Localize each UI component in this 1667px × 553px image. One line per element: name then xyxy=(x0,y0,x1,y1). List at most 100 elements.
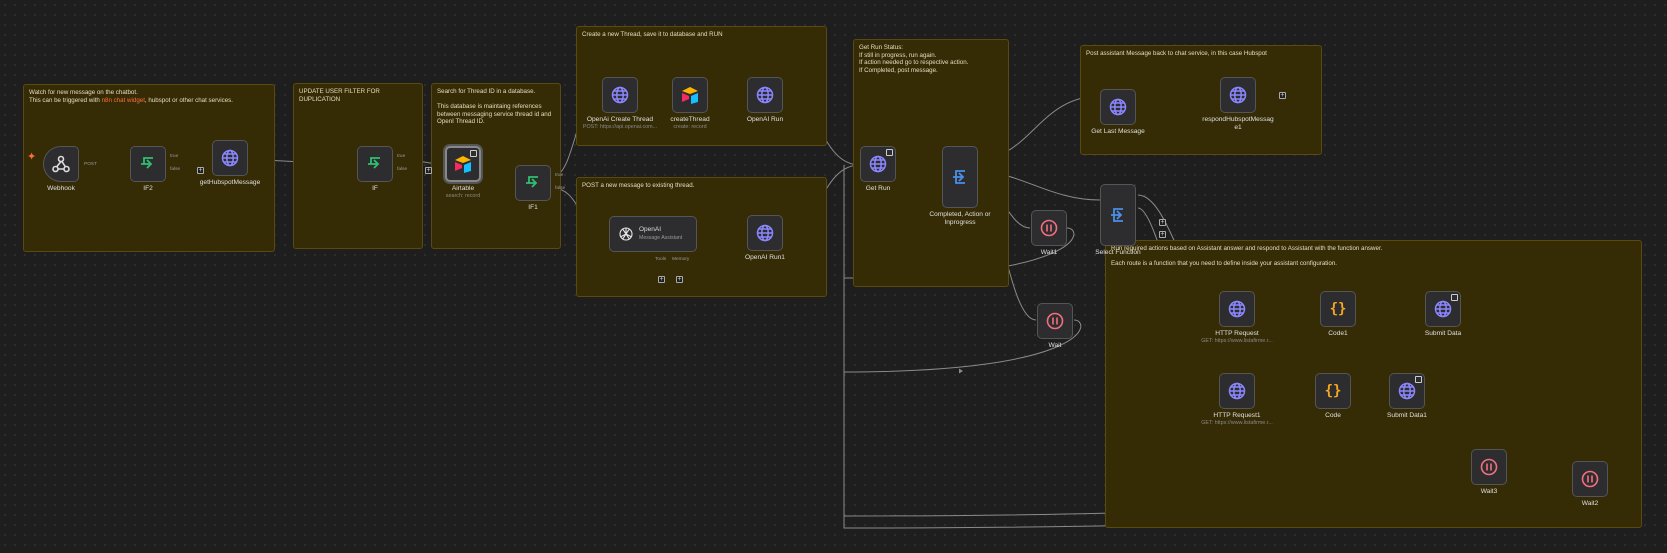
add-node-button[interactable]: + xyxy=(1279,92,1286,99)
node-label: Wait1 xyxy=(1040,249,1058,256)
node-wait2[interactable]: Wait2 xyxy=(1552,461,1628,508)
node-http-request[interactable]: HTTP Request GET: https://www.listafirme… xyxy=(1199,291,1275,345)
node-respond-hubspot[interactable]: respondHubspotMessag e1 xyxy=(1200,77,1276,132)
node-submit-data[interactable]: Submit Data xyxy=(1405,291,1481,338)
globe-icon xyxy=(1228,382,1246,400)
node-label: createThread xyxy=(670,116,710,123)
globe-icon xyxy=(221,149,239,167)
node-createthread-box[interactable] xyxy=(672,77,708,113)
node-label: OpenAI Run1 xyxy=(745,254,785,261)
node-code1-box[interactable]: {} xyxy=(1320,291,1356,327)
node-label: OpenAI xyxy=(639,226,662,233)
node-airtable-box[interactable] xyxy=(445,146,481,182)
node-wait1[interactable]: Wait1 xyxy=(1011,210,1087,257)
pause-icon xyxy=(1046,312,1064,330)
node-wait3-box[interactable] xyxy=(1471,449,1507,485)
if-icon xyxy=(526,176,538,188)
node-get-last-message[interactable]: Get Last Message xyxy=(1080,89,1156,136)
node-wait-box[interactable] xyxy=(1037,303,1073,339)
globe-icon xyxy=(756,224,774,242)
globe-icon xyxy=(1398,382,1416,400)
node-get-last-box[interactable] xyxy=(1100,89,1136,125)
node-label: IF1 xyxy=(528,204,538,211)
node-openai-box[interactable]: OpenAI Message Assistant xyxy=(609,216,697,252)
node-openai-run1-box[interactable] xyxy=(747,215,783,251)
add-memory-button[interactable]: + xyxy=(676,276,683,283)
edge-label-memory: Memory xyxy=(672,257,690,262)
node-select-function[interactable]: Select Function xyxy=(1080,184,1156,257)
node-if2-box[interactable] xyxy=(130,146,166,182)
if-icon xyxy=(141,157,153,169)
globe-icon xyxy=(611,86,629,104)
node-submit-box[interactable] xyxy=(1425,291,1461,327)
add-tool-button[interactable]: + xyxy=(658,276,665,283)
node-http1-box[interactable] xyxy=(1219,373,1255,409)
node-wait[interactable]: Wait xyxy=(1017,303,1093,350)
node-code1[interactable]: {} Code1 xyxy=(1300,291,1376,338)
node-badge-icon xyxy=(886,149,893,156)
node-webhook[interactable]: Webhook xyxy=(23,146,99,193)
add-node-button[interactable]: + xyxy=(425,167,432,174)
node-submit-data1[interactable]: Submit Data1 xyxy=(1369,373,1445,420)
node-http-box[interactable] xyxy=(1219,291,1255,327)
node-respond-box[interactable] xyxy=(1220,77,1256,113)
code-icon: {} xyxy=(1324,383,1342,399)
sticky-post-back-text: Post assistant Message back to chat serv… xyxy=(1086,50,1267,57)
node-gethubspotmessage[interactable]: getHubspotMessage xyxy=(192,140,268,187)
node-openai[interactable]: OpenAI Message Assistant xyxy=(608,216,698,252)
globe-icon xyxy=(1109,98,1127,116)
node-label: Submit Data1 xyxy=(1387,412,1427,419)
node-badge-icon xyxy=(1451,294,1458,301)
airtable-icon xyxy=(455,156,471,173)
node-wait2-box[interactable] xyxy=(1572,461,1608,497)
node-sublabel: GET: https://www.listafirme.r... xyxy=(1201,338,1273,344)
node-gethubspot-box[interactable] xyxy=(212,140,248,176)
add-node-button[interactable]: + xyxy=(197,167,204,174)
sticky-watch-link[interactable]: n8n chat widget xyxy=(102,97,145,104)
edge-label-false: false xyxy=(170,167,181,172)
node-openai-run1[interactable]: OpenAI Run1 xyxy=(727,215,803,262)
node-code-box[interactable]: {} xyxy=(1315,373,1351,409)
pause-icon xyxy=(1581,470,1599,488)
node-completed-switch[interactable]: Completed, Action or Inprogress xyxy=(922,146,998,227)
node-label: HTTP Request1 xyxy=(1213,412,1261,419)
add-node-button[interactable]: + xyxy=(1159,231,1166,238)
edge-label-post: POST xyxy=(84,162,98,167)
node-http-request1[interactable]: HTTP Request1 GET: https://www.listafirm… xyxy=(1199,373,1275,427)
node-completed-box[interactable] xyxy=(942,146,978,208)
node-label: HTTP Request xyxy=(1215,330,1259,337)
code-icon: {} xyxy=(1329,301,1347,317)
node-openai-run-box[interactable] xyxy=(747,77,783,113)
if-icon xyxy=(368,157,380,169)
node-badge-icon xyxy=(1415,376,1422,383)
pause-icon xyxy=(1040,219,1058,237)
pause-icon xyxy=(1480,458,1498,476)
node-label: IF xyxy=(372,185,378,192)
node-label: Submit Data xyxy=(1424,330,1462,337)
node-wait3[interactable]: Wait3 xyxy=(1451,449,1527,496)
node-get-run-box[interactable] xyxy=(860,146,896,182)
node-badge-icon xyxy=(470,150,477,157)
node-if-box[interactable] xyxy=(357,146,393,182)
node-if1-box[interactable] xyxy=(515,165,551,201)
node-get-run[interactable]: Get Run xyxy=(840,146,916,193)
add-node-button[interactable]: + xyxy=(1159,219,1166,226)
switch-icon xyxy=(1111,208,1123,222)
node-wait1-box[interactable] xyxy=(1031,210,1067,246)
node-sublabel: POST: https://api.openai.com... xyxy=(582,124,658,130)
node-createthread[interactable]: createThread create: record xyxy=(652,77,728,131)
globe-icon xyxy=(1229,86,1247,104)
webhook-icon xyxy=(52,155,70,173)
globe-icon xyxy=(1228,300,1246,318)
node-airtable[interactable]: Airtable search: record xyxy=(425,146,501,200)
node-createthread-http-box[interactable] xyxy=(602,77,638,113)
node-select-function-box[interactable] xyxy=(1100,184,1136,246)
sticky-create-text: Create a new Thread, save it to database… xyxy=(582,31,723,38)
node-openai-create-thread[interactable]: OpenAi Create Thread POST: https://api.o… xyxy=(582,77,658,131)
node-label: Get Last Message xyxy=(1091,128,1145,135)
node-webhook-box[interactable] xyxy=(43,146,79,182)
node-code[interactable]: {} Code xyxy=(1295,373,1371,420)
node-label: Wait xyxy=(1048,342,1062,349)
node-submit1-box[interactable] xyxy=(1389,373,1425,409)
node-openai-run[interactable]: OpenAI Run xyxy=(727,77,803,124)
